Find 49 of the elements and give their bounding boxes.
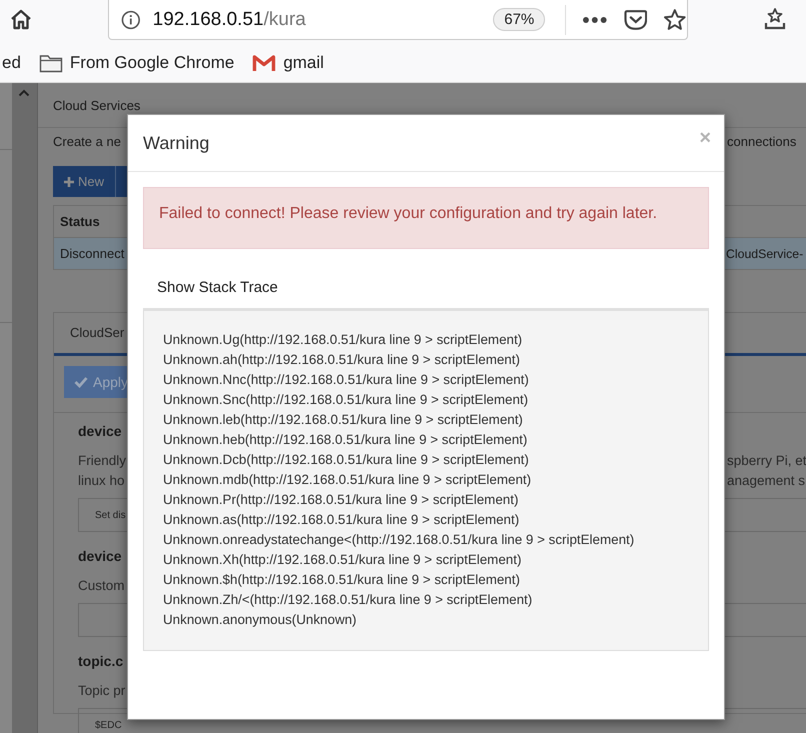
info-icon[interactable] [121,10,141,30]
pocket-icon[interactable] [624,8,648,30]
bookmark-link[interactable]: ed [2,53,21,73]
field-title: device [78,548,122,564]
stack-trace-line: Unknown.anonymous(Unknown) [163,611,358,629]
star-icon[interactable] [663,8,687,32]
check-icon [74,376,88,388]
bookmark-link[interactable]: gmail [283,53,324,73]
field-description: anagement s [727,472,806,488]
table-cell: Disconnect [60,246,124,261]
description-text: connections [727,134,796,148]
home-icon[interactable] [9,8,33,32]
stack-trace-line: Unknown.Zh/<(http://192.168.0.51/kura line 9 > scriptElement) [163,591,534,609]
stack-trace-line: Unknown.heb(http://192.168.0.51/kura line 9 > scriptElement) [163,431,528,449]
bookmark-link[interactable]: From Google Chrome [70,53,234,73]
field-title: topic.c [78,653,124,669]
stack-trace-line: Unknown.mdb(http://192.168.0.51/kura line 9 > scriptElement) [163,471,532,489]
field-description: Topic pr [78,682,126,698]
section-title: Cloud Services [53,98,140,113]
stack-trace-line: Unknown.onreadystatechange<(http://192.168.0.51/kura line 9 > scriptElement) [163,531,636,549]
stack-trace-line: Unknown.Ug(http://192.168.0.51/kura line 9 > scriptElement) [163,331,524,349]
table-cell: CloudService- [726,246,804,260]
stack-trace-line: Unknown.Nnc(http://192.168.0.51/kura line 9 > scriptElement) [163,371,530,389]
stack-trace-toggle[interactable]: Show Stack Trace [157,279,278,296]
description-text: Create a ne [53,134,121,148]
field-title: device [78,423,122,439]
zoom-badge[interactable]: 67% [493,8,546,31]
field-description: Custom [78,578,125,592]
stack-trace-line: Unknown.Pr(http://192.168.0.51/kura line 9 > scriptElement) [163,491,520,509]
more-icon[interactable] [582,16,608,24]
stack-trace-line: Unknown.Xh(http://192.168.0.51/kura line 9 > scriptElement) [163,551,522,569]
stack-trace-line: Unknown.Snc(http://192.168.0.51/kura line 9 > scriptElement) [163,391,530,409]
field-description: Friendly [78,452,126,468]
library-icon[interactable] [763,7,787,31]
url-text: 192.168.0.51/kura [152,8,307,30]
address-bar[interactable]: 192.168.0.51/kura 67% [108,0,688,40]
stack-trace-line: Unknown.$h(http://192.168.0.51/kura line 9 > scriptElement) [163,571,521,589]
chevron-up-icon[interactable] [18,89,30,97]
stack-trace-line: Unknown.as(http://192.168.0.51/kura line 9 > scriptElement) [163,511,520,529]
field-description: linux ho [78,472,125,488]
error-alert: Failed to connect! Please review your configuration and try again later. [143,187,709,249]
stack-trace-line: Unknown.Dcb(http://192.168.0.51/kura line 9 > scriptElement) [163,451,530,469]
gmail-icon [252,54,276,72]
plus-icon [64,176,74,186]
dialog-title: Warning [143,132,210,154]
stack-trace-line: Unknown.ah(http://192.168.0.51/kura line 9 > scriptElement) [163,351,521,369]
folder-icon [38,53,63,73]
stack-trace-line: Unknown.leb(http://192.168.0.51/kura line 9 > scriptElement) [163,411,524,429]
column-header: Status [60,214,100,229]
